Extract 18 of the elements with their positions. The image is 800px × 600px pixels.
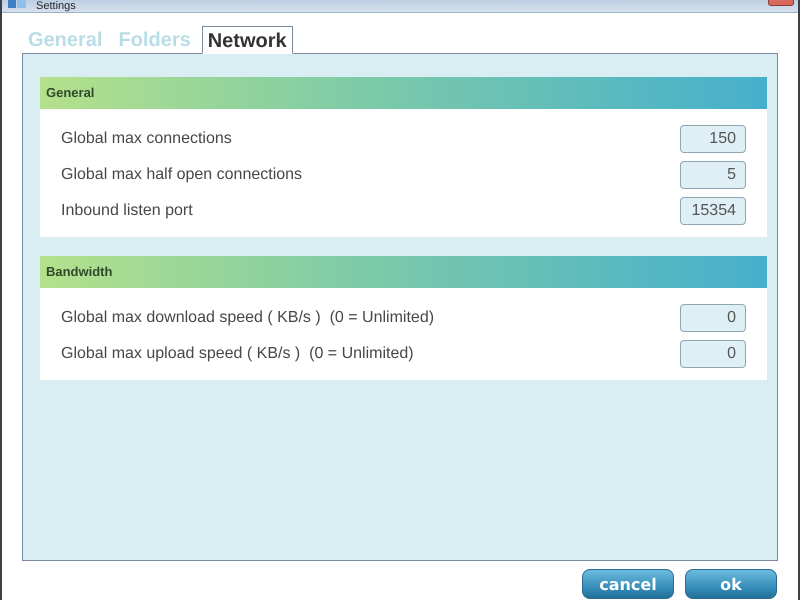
close-button[interactable] bbox=[768, 0, 794, 6]
section-header: General bbox=[40, 77, 767, 109]
number-field[interactable]: 0 bbox=[680, 304, 746, 332]
dialog-button[interactable]: cancel bbox=[582, 569, 674, 599]
window-title: Settings bbox=[36, 0, 76, 12]
number-field[interactable]: 150 bbox=[680, 125, 746, 153]
field-label: Inbound listen port bbox=[61, 202, 193, 220]
field-label: Global max download speed ( KB/s ) (0 = Unlimited) bbox=[61, 309, 434, 327]
number-field[interactable]: 5 bbox=[680, 161, 746, 189]
number-field[interactable]: 0 bbox=[680, 340, 746, 368]
field-label: Global max half open connections bbox=[61, 166, 302, 184]
tab[interactable]: Network bbox=[202, 26, 293, 54]
section-header: Bandwidth bbox=[40, 256, 767, 288]
app-icon bbox=[8, 0, 26, 8]
field-label: Global max upload speed ( KB/s ) (0 = Unlimited) bbox=[61, 345, 414, 363]
field-label: Global max connections bbox=[61, 130, 232, 148]
dialog-button[interactable]: ok bbox=[685, 569, 777, 599]
number-field[interactable]: 15354 bbox=[680, 197, 746, 225]
